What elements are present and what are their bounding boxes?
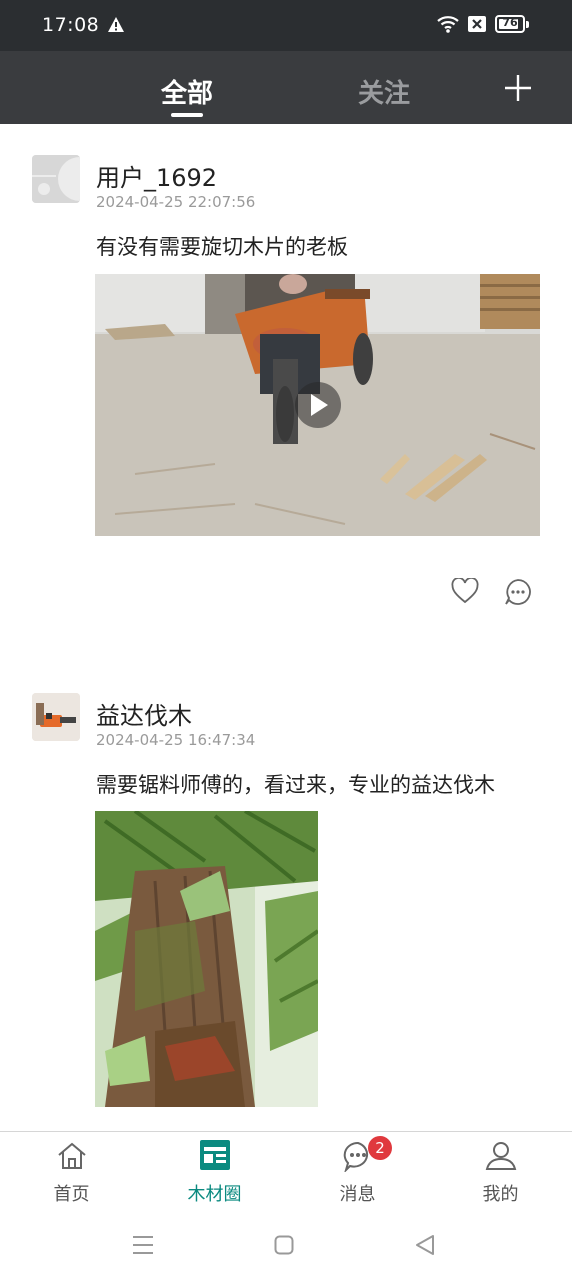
tab-all[interactable]: 全部 <box>161 73 213 110</box>
username[interactable]: 益达伐木 <box>96 696 192 731</box>
post-text: 需要锯料师傅的，看过来，专业的益达伐木 <box>96 773 495 797</box>
tab-wood-circle[interactable]: 木材圈 <box>143 1132 286 1218</box>
tab-wood-circle-label: 木材圈 <box>187 1184 242 1205</box>
back-icon[interactable] <box>414 1234 436 1256</box>
sim-icon <box>468 16 486 32</box>
feed-list[interactable]: 用户_1692 2024-04-25 22:07:56 有没有需要旋切木片的老板 <box>0 124 572 1132</box>
heart-icon[interactable] <box>451 578 479 604</box>
system-nav-bar <box>0 1217 572 1280</box>
username[interactable]: 用户_1692 <box>96 158 217 193</box>
tree-photo <box>95 811 318 1107</box>
tab-profile[interactable]: 我的 <box>429 1132 572 1218</box>
plus-icon[interactable] <box>503 73 533 103</box>
avatar-image <box>32 693 80 741</box>
bottom-tab-bar: 首页 木材圈 消息 我的 <box>0 1131 572 1218</box>
battery-cap <box>526 21 529 28</box>
tab-home[interactable]: 首页 <box>0 1132 143 1218</box>
tab-messages[interactable]: 消息 <box>286 1132 429 1218</box>
profile-icon <box>485 1142 516 1170</box>
tab-active-indicator <box>171 113 203 117</box>
menu-icon[interactable] <box>132 1235 154 1255</box>
home-square-icon[interactable] <box>274 1235 294 1255</box>
post-text: 有没有需要旋切木片的老板 <box>96 235 348 259</box>
post-timestamp: 2024-04-25 16:47:34 <box>96 731 256 749</box>
video-scene-image <box>95 274 540 536</box>
avatar[interactable] <box>32 693 80 741</box>
avatar[interactable] <box>32 155 80 203</box>
status-time: 17:08 <box>42 14 100 36</box>
wifi-icon <box>437 16 459 33</box>
comment-icon[interactable] <box>504 578 532 606</box>
post-video-thumbnail[interactable] <box>95 274 540 536</box>
post-image[interactable] <box>95 811 318 1107</box>
tab-home-label: 首页 <box>53 1184 90 1205</box>
battery-icon: 76 <box>495 15 525 33</box>
tab-messages-label: 消息 <box>339 1184 376 1205</box>
tab-follow[interactable]: 关注 <box>358 73 410 110</box>
post-timestamp: 2024-04-25 22:07:56 <box>96 193 256 211</box>
default-avatar-icon <box>32 155 80 203</box>
status-bar: 17:08 76 <box>0 0 572 51</box>
tab-profile-label: 我的 <box>482 1184 519 1205</box>
home-icon <box>57 1142 86 1169</box>
feed-icon <box>199 1140 230 1170</box>
battery-level: 76 <box>502 16 518 29</box>
top-nav: 全部 关注 <box>0 51 572 124</box>
warning-icon <box>108 17 124 32</box>
message-badge: 2 <box>368 1136 392 1160</box>
